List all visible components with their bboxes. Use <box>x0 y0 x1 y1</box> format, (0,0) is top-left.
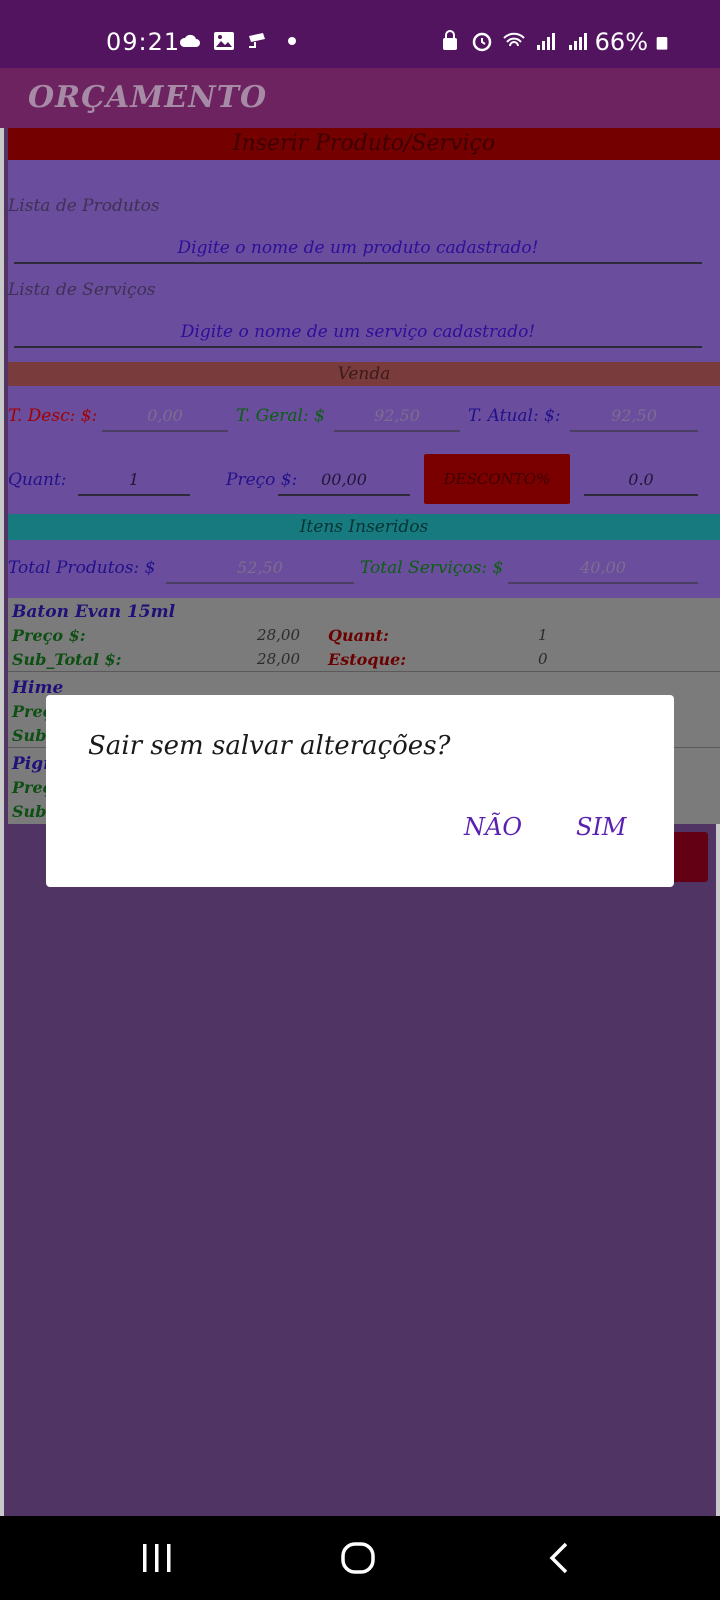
preco-underline <box>278 494 410 496</box>
home-icon[interactable] <box>338 1538 378 1578</box>
item-quant-label: Quant: <box>328 626 389 645</box>
list-item[interactable]: Baton Evan 15ml Preço $: 28,00 Quant: 1 … <box>8 598 720 672</box>
back-icon[interactable] <box>540 1538 580 1578</box>
desconto-button[interactable]: DESCONTO% <box>424 454 570 504</box>
products-label: Lista de Produtos <box>8 196 160 216</box>
quant-underline <box>78 494 190 496</box>
item-preco-value: 28,00 <box>257 626 300 644</box>
total-desc-field[interactable]: 0,00 <box>102 406 228 425</box>
services-input-underline <box>14 346 702 348</box>
total-geral-field[interactable]: 92,50 <box>334 406 460 425</box>
summary-panel: Total Produtos: $ 52,50 Total Serviços: … <box>8 540 720 598</box>
app-title: ORÇAMENTO <box>28 80 268 115</box>
signal-icon <box>569 33 587 50</box>
item-quant-value: 1 <box>538 626 548 644</box>
battery-icon <box>656 37 668 50</box>
section-header-venda: Venda <box>8 362 720 386</box>
sale-panel: T. Desc: $: 0,00 T. Geral: $ 92,50 T. At… <box>8 386 720 514</box>
preco-input[interactable]: 00,00 <box>278 470 410 489</box>
services-search-input[interactable]: Digite o nome de um serviço cadastrado! <box>14 322 702 342</box>
navigation-bar <box>0 1516 720 1600</box>
item-subtotal-value: 28,00 <box>257 650 300 668</box>
total-atual-underline <box>570 430 698 432</box>
total-atual-field[interactable]: 92,50 <box>570 406 698 425</box>
lock-icon <box>443 30 457 50</box>
total-atual-label: T. Atual: $: <box>468 406 561 426</box>
item-subtotal-label: Sub_Total $: <box>12 650 122 669</box>
dot-icon <box>288 37 296 45</box>
desconto-input[interactable]: 0.0 <box>584 470 698 489</box>
item-name: Baton Evan 15ml <box>12 602 176 622</box>
battery-percent: 66% <box>594 28 648 56</box>
total-produtos-label: Total Produtos: $ <box>8 558 156 578</box>
products-search-input[interactable]: Digite o nome de um produto cadastrado! <box>14 238 702 258</box>
total-desc-label: T. Desc: $: <box>8 406 98 426</box>
signal-icon <box>537 33 555 50</box>
total-produtos-underline <box>166 582 354 584</box>
status-bar: 09:21 66% <box>0 0 720 68</box>
confirm-dialog: Sair sem salvar alterações? NÃO SIM <box>46 695 674 887</box>
yes-button[interactable]: SIM <box>576 813 627 841</box>
total-servicos-underline <box>508 582 698 584</box>
no-button[interactable]: NÃO <box>464 813 522 841</box>
dialog-message: Sair sem salvar alterações? <box>88 731 451 761</box>
cloud-icon <box>179 34 200 47</box>
item-preco-label: Preço $: <box>12 626 86 645</box>
total-geral-underline <box>334 430 460 432</box>
total-geral-label: T. Geral: $ <box>236 406 325 426</box>
quant-input[interactable]: 1 <box>78 470 190 489</box>
desconto-underline <box>584 494 698 496</box>
item-estoque-value: 0 <box>538 650 548 668</box>
alarm-icon <box>472 32 492 52</box>
wifi-icon <box>503 32 525 47</box>
cctv-icon <box>249 33 265 48</box>
services-label: Lista de Serviços <box>8 280 156 300</box>
recent-apps-icon[interactable] <box>137 1538 177 1578</box>
item-estoque-label: Estoque: <box>328 650 407 669</box>
app-bar: ORÇAMENTO <box>0 68 720 128</box>
section-header-insert: Inserir Produto/Serviço <box>8 128 720 160</box>
quant-label: Quant: <box>8 470 67 490</box>
total-produtos-field[interactable]: 52,50 <box>166 558 354 577</box>
total-servicos-field[interactable]: 40,00 <box>508 558 698 577</box>
total-servicos-label: Total Serviços: $ <box>360 558 504 578</box>
total-desc-underline <box>102 430 228 432</box>
section-header-itens: Itens Inseridos <box>8 514 720 540</box>
insert-panel: Lista de Produtos Digite o nome de um pr… <box>8 160 720 362</box>
products-input-underline <box>14 262 702 264</box>
image-icon <box>214 32 234 50</box>
status-time: 09:21 <box>106 28 181 56</box>
